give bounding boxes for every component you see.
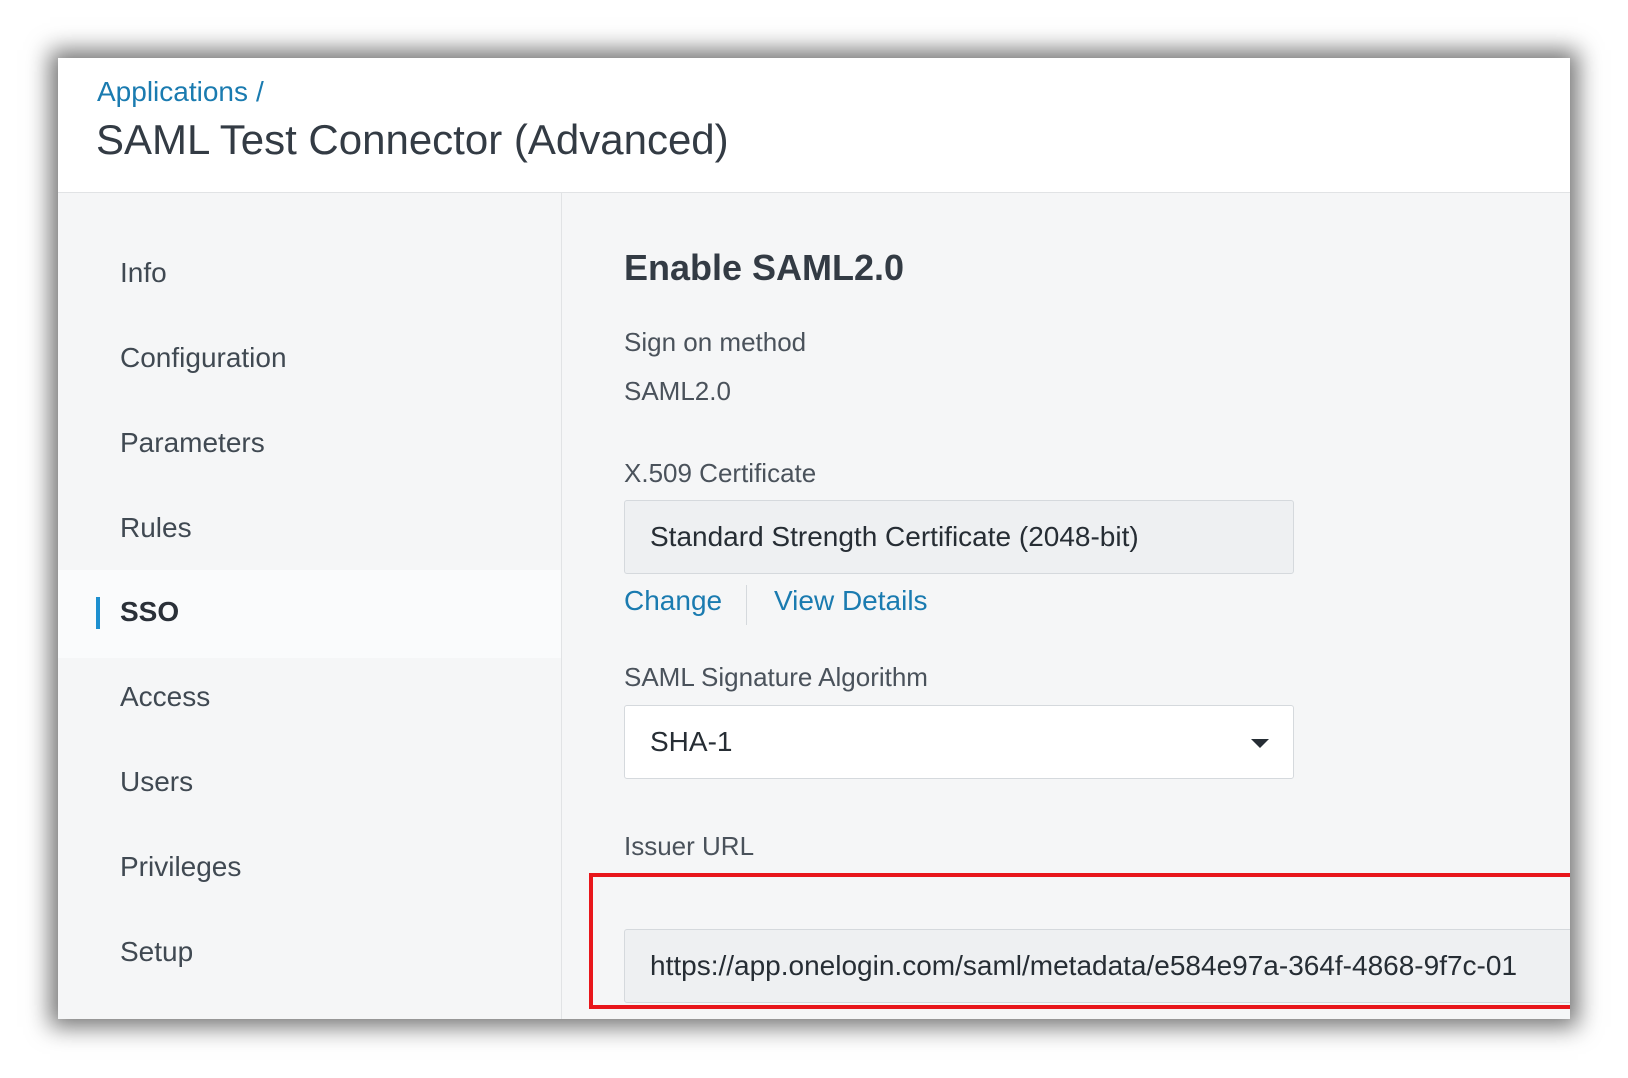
sign-on-method-label: Sign on method — [624, 327, 807, 357]
sidebar-item-label: Rules — [120, 512, 192, 543]
breadcrumb-separator: / — [255, 76, 264, 107]
certificate-field: Standard Strength Certificate (2048-bit) — [624, 500, 1294, 574]
section-title: Enable SAML2.0 — [624, 247, 905, 288]
sso-settings-panel: Enable SAML2.0 Sign on method SAML2.0 X.… — [562, 193, 1570, 1019]
breadcrumb: Applications / — [97, 76, 264, 108]
sidebar-item-privileges[interactable]: Privileges — [58, 825, 561, 913]
sidebar-item-setup[interactable]: Setup — [58, 910, 561, 998]
breadcrumb-applications-link[interactable]: Applications — [97, 76, 248, 107]
sidebar-item-label: Parameters — [120, 427, 265, 458]
sidebar-item-sso[interactable]: SSO — [58, 570, 561, 658]
issuer-url-value: https://app.onelogin.com/saml/metadata/e… — [650, 950, 1518, 981]
page-header: Applications / SAML Test Connector (Advan… — [58, 58, 1570, 193]
sidebar-item-label: Users — [120, 766, 194, 797]
sidebar-item-info[interactable]: Info — [58, 231, 561, 319]
sign-on-method-value: SAML2.0 — [624, 376, 731, 406]
sidebar-item-label: Info — [120, 257, 167, 288]
link-divider — [746, 585, 747, 625]
sidebar-item-label: Setup — [120, 936, 194, 967]
signature-algorithm-label: SAML Signature Algorithm — [624, 662, 928, 692]
view-details-link[interactable]: View Details — [774, 585, 928, 617]
sidebar-item-label: Access — [120, 681, 211, 712]
certificate-value: Standard Strength Certificate (2048-bit) — [650, 521, 1139, 552]
sidebar-nav: Info Configuration Parameters Rules SSO … — [58, 193, 562, 1019]
signature-algorithm-select[interactable]: SHA-1 — [624, 705, 1294, 779]
change-certificate-link[interactable]: Change — [624, 585, 722, 617]
sidebar-item-label: SSO — [120, 596, 180, 627]
active-indicator — [96, 597, 100, 629]
page-title: SAML Test Connector (Advanced) — [96, 116, 729, 163]
app-window: Applications / SAML Test Connector (Advan… — [58, 58, 1570, 1019]
sidebar-item-parameters[interactable]: Parameters — [58, 401, 561, 489]
sidebar-item-label: Privileges — [120, 851, 242, 882]
sidebar-item-rules[interactable]: Rules — [58, 486, 561, 574]
certificate-label: X.509 Certificate — [624, 458, 817, 488]
issuer-url-label: Issuer URL — [624, 831, 755, 861]
sidebar-item-label: Configuration — [120, 342, 287, 373]
issuer-url-field[interactable]: https://app.onelogin.com/saml/metadata/e… — [624, 929, 1570, 1003]
sidebar-item-access[interactable]: Access — [58, 655, 561, 743]
sidebar-item-users[interactable]: Users — [58, 740, 561, 828]
signature-algorithm-value: SHA-1 — [650, 726, 733, 757]
sidebar-item-configuration[interactable]: Configuration — [58, 316, 561, 404]
chevron-down-icon — [1251, 739, 1269, 748]
